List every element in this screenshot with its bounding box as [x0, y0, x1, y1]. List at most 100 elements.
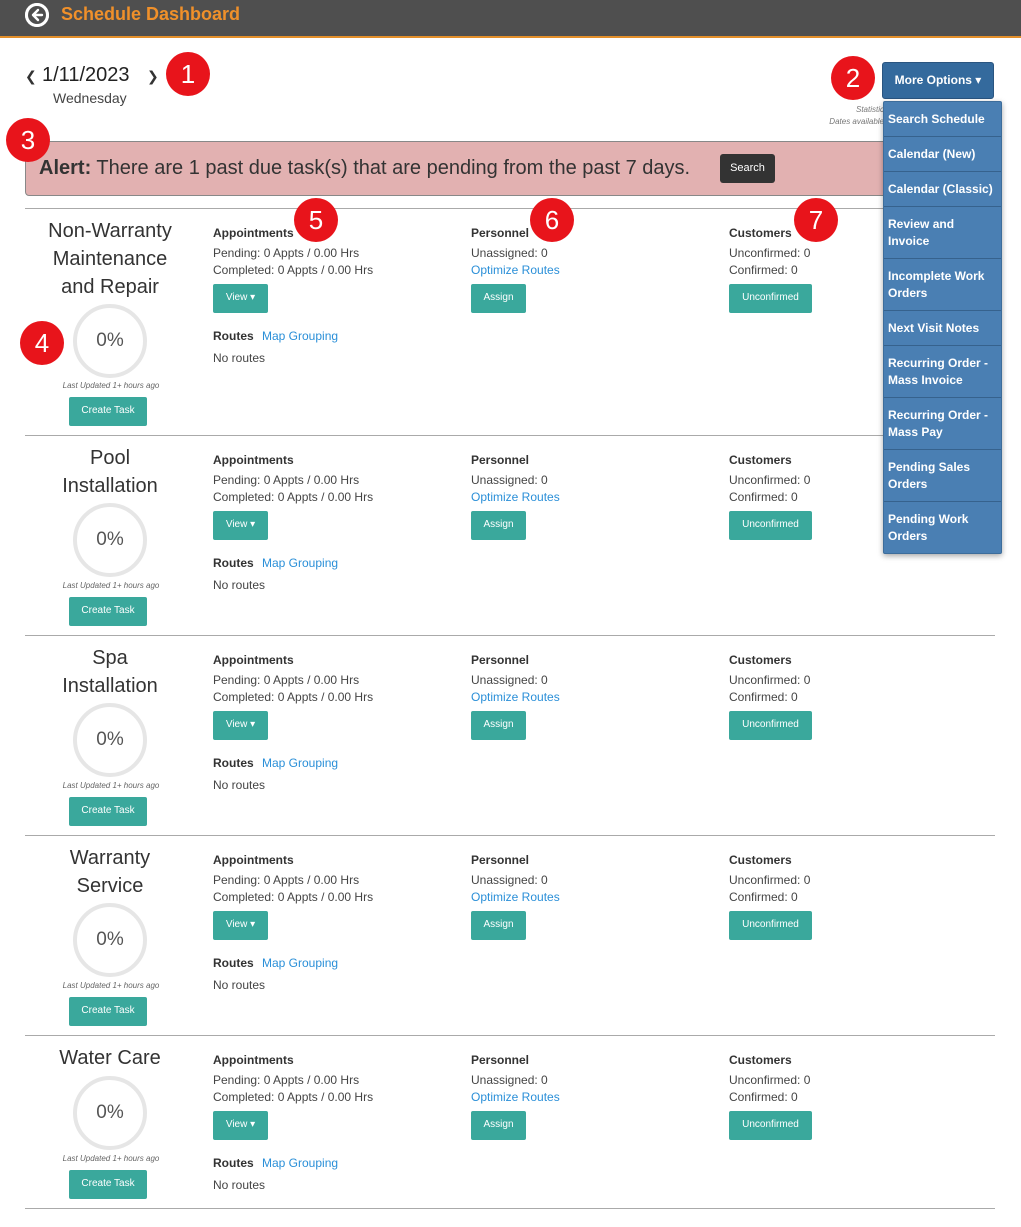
completion-percent-ring: 0%: [73, 1076, 147, 1150]
menu-item-next-visit-notes[interactable]: Next Visit Notes: [884, 311, 1001, 346]
assign-button[interactable]: Assign: [471, 711, 526, 740]
alert-message: Alert: There are 1 past due task(s) that…: [39, 157, 691, 179]
last-updated-text: Last Updated 1+ hours ago: [62, 981, 160, 990]
view-dropdown-button[interactable]: View ▾: [213, 511, 268, 540]
menu-item-calendar-classic[interactable]: Calendar (Classic): [884, 172, 1001, 207]
last-updated-text: Last Updated 1+ hours ago: [62, 381, 160, 390]
appointments-header: Appointments: [213, 653, 294, 667]
optimize-routes-link[interactable]: Optimize Routes: [471, 890, 560, 904]
appointments-pending: Pending: 0 Appts / 0.00 Hrs: [213, 873, 360, 887]
assign-button[interactable]: Assign: [471, 511, 526, 540]
create-task-button[interactable]: Create Task: [69, 1170, 147, 1199]
appointments-pending: Pending: 0 Appts / 0.00 Hrs: [213, 673, 360, 687]
unconfirmed-button[interactable]: Unconfirmed: [729, 511, 812, 540]
menu-item-pending-sales-orders[interactable]: Pending Sales Orders: [884, 450, 1001, 502]
view-dropdown-button[interactable]: View ▾: [213, 711, 268, 740]
personnel-header: Personnel: [471, 453, 530, 467]
unconfirmed-count: Unconfirmed: 0: [729, 1073, 811, 1087]
section-title-line: Installation: [62, 675, 158, 697]
appointments-completed: Completed: 0 Appts / 0.00 Hrs: [213, 1090, 374, 1104]
section-title: Water Care: [25, 1044, 195, 1072]
optimize-routes-link[interactable]: Optimize Routes: [471, 690, 560, 704]
create-task-button[interactable]: Create Task: [69, 397, 147, 426]
menu-item-search-schedule[interactable]: Search Schedule: [884, 102, 1001, 137]
appointments-header: Appointments: [213, 226, 294, 240]
confirmed-count: Confirmed: 0: [729, 490, 798, 504]
map-grouping-link[interactable]: Map Grouping: [262, 556, 338, 570]
assign-button[interactable]: Assign: [471, 284, 526, 313]
assign-button[interactable]: Assign: [471, 911, 526, 940]
menu-item-recurring-order-mass-invoice[interactable]: Recurring Order - Mass Invoice: [884, 346, 1001, 398]
section-title-line: Service: [76, 875, 144, 897]
routes-header: Routes: [213, 756, 254, 770]
appointments-header: Appointments: [213, 853, 294, 867]
callout-marker-7: 7: [794, 198, 838, 242]
previous-day-icon[interactable]: ❮: [25, 68, 37, 85]
menu-item-incomplete-work-orders[interactable]: Incomplete Work Orders: [884, 259, 1001, 311]
view-dropdown-button[interactable]: View ▾: [213, 284, 268, 313]
map-grouping-link[interactable]: Map Grouping: [262, 329, 338, 343]
appointments-header: Appointments: [213, 1053, 294, 1067]
unassigned-count: Unassigned: 0: [471, 473, 548, 487]
unconfirmed-button[interactable]: Unconfirmed: [729, 711, 812, 740]
top-bar: Schedule Dashboard: [0, 0, 1021, 38]
current-date: 1/11/2023: [42, 64, 130, 86]
menu-item-recurring-order-mass-pay[interactable]: Recurring Order - Mass Pay: [884, 398, 1001, 450]
create-task-button[interactable]: Create Task: [69, 597, 147, 626]
unconfirmed-button[interactable]: Unconfirmed: [729, 284, 812, 313]
optimize-routes-link[interactable]: Optimize Routes: [471, 490, 560, 504]
schedule-section: Water Care 0% Last Updated 1+ hours ago Cre…: [25, 1035, 995, 1208]
map-grouping-link[interactable]: Map Grouping: [262, 956, 338, 970]
unconfirmed-count: Unconfirmed: 0: [729, 673, 811, 687]
view-dropdown-button[interactable]: View ▾: [213, 1111, 268, 1140]
routes-header: Routes: [213, 329, 254, 343]
current-weekday: Wednesday: [53, 90, 127, 106]
optimize-routes-link[interactable]: Optimize Routes: [471, 263, 560, 277]
map-grouping-link[interactable]: Map Grouping: [262, 756, 338, 770]
section-title-line: Spa: [92, 647, 128, 669]
section-title: Spa Installation: [25, 644, 195, 700]
section-title-line: Installation: [62, 475, 158, 497]
no-routes-text: No routes: [213, 578, 266, 592]
view-dropdown-button[interactable]: View ▾: [213, 911, 268, 940]
callout-marker-5: 5: [294, 198, 338, 242]
callout-marker-3: 3: [6, 118, 50, 162]
create-task-button[interactable]: Create Task: [69, 997, 147, 1026]
no-routes-text: No routes: [213, 351, 266, 365]
statistics-note: Statistic Dates available: [829, 105, 884, 126]
past-due-alert: Alert: There are 1 past due task(s) that…: [25, 141, 895, 196]
confirmed-count: Confirmed: 0: [729, 690, 798, 704]
menu-item-review-and-invoice[interactable]: Review and Invoice: [884, 207, 1001, 259]
unassigned-count: Unassigned: 0: [471, 246, 548, 260]
assign-button[interactable]: Assign: [471, 1111, 526, 1140]
optimize-routes-link[interactable]: Optimize Routes: [471, 1090, 560, 1104]
routes-header: Routes: [213, 556, 254, 570]
unconfirmed-button[interactable]: Unconfirmed: [729, 1111, 812, 1140]
completion-percent-ring: 0%: [73, 503, 147, 577]
menu-item-calendar-new[interactable]: Calendar (New): [884, 137, 1001, 172]
map-grouping-link[interactable]: Map Grouping: [262, 1156, 338, 1170]
back-arrow-icon[interactable]: [25, 3, 49, 27]
more-options-button[interactable]: More Options ▾: [882, 62, 994, 99]
last-updated-text: Last Updated 1+ hours ago: [62, 581, 160, 590]
unassigned-count: Unassigned: 0: [471, 1073, 548, 1087]
no-routes-text: No routes: [213, 978, 266, 992]
unconfirmed-count: Unconfirmed: 0: [729, 873, 811, 887]
menu-item-pending-work-orders[interactable]: Pending Work Orders: [884, 502, 1001, 553]
schedule-section: Warranty Service 0% Last Updated 1+ hours a…: [25, 835, 995, 1035]
callout-marker-4: 4: [20, 321, 64, 365]
bottom-divider: [25, 1208, 995, 1209]
confirmed-count: Confirmed: 0: [729, 1090, 798, 1104]
no-routes-text: No routes: [213, 778, 266, 792]
appointments-completed: Completed: 0 Appts / 0.00 Hrs: [213, 690, 374, 704]
section-title: Non-Warranty Maintenance and Repair: [25, 217, 195, 301]
create-task-button[interactable]: Create Task: [69, 797, 147, 826]
section-title-line: Warranty: [69, 847, 151, 869]
alert-search-button[interactable]: Search: [720, 154, 775, 183]
routes-header: Routes: [213, 956, 254, 970]
page-title: Schedule Dashboard: [61, 4, 241, 24]
unconfirmed-button[interactable]: Unconfirmed: [729, 911, 812, 940]
completion-percent-ring: 0%: [73, 703, 147, 777]
appointments-pending: Pending: 0 Appts / 0.00 Hrs: [213, 246, 360, 260]
next-day-icon[interactable]: ❯: [147, 68, 159, 85]
